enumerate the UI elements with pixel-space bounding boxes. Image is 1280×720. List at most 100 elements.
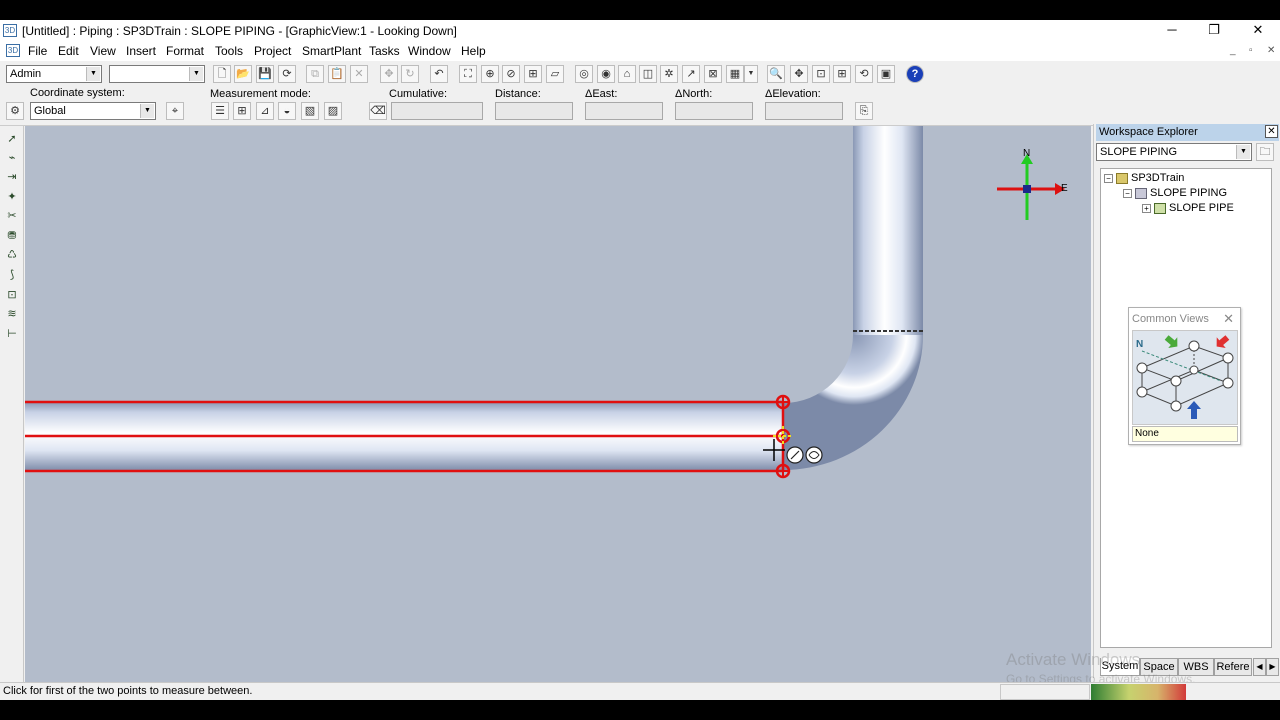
eraser-icon[interactable]: ⌫ [369, 102, 387, 120]
end-point-marker-bottom[interactable] [775, 463, 791, 479]
close-icon[interactable]: ✕ [1223, 311, 1234, 327]
folder-lock-icon[interactable]: 🗀 [1256, 143, 1274, 161]
mdi-close-button[interactable]: ✕ [1267, 45, 1275, 56]
move-icon[interactable]: ✥ [380, 65, 398, 83]
collapse-icon[interactable]: − [1104, 173, 1113, 183]
insert-feature-icon[interactable]: ✦ [3, 188, 21, 206]
dimension-icon[interactable]: ⊢ [3, 325, 21, 343]
view-1-icon[interactable]: ◎ [575, 65, 593, 83]
paste-icon[interactable]: 📋 [328, 65, 346, 83]
open-icon[interactable]: 📂 [234, 65, 252, 83]
new-icon[interactable]: 🗋 [213, 65, 231, 83]
mode-minimum-icon[interactable]: ⊞ [233, 102, 251, 120]
view-8-icon[interactable]: ▦ [726, 65, 744, 83]
graphic-view[interactable]: N E [25, 126, 1091, 682]
close-icon[interactable]: ✕ [1265, 125, 1278, 138]
insert-split-icon[interactable]: ✂ [3, 207, 21, 225]
menu-insert[interactable]: Insert [126, 44, 156, 58]
end-point-marker-top[interactable] [775, 394, 791, 410]
vertical-pipe[interactable] [853, 126, 923, 335]
view-4-icon[interactable]: ◫ [639, 65, 657, 83]
zoom-area-icon[interactable]: ⊡ [812, 65, 830, 83]
cumulative-label: Cumulative: [389, 88, 448, 100]
undo-icon[interactable]: ↶ [430, 65, 448, 83]
tab-scroll-right-icon[interactable]: ▶ [1266, 658, 1279, 676]
tool-5-icon[interactable]: ▱ [546, 65, 564, 83]
select-arrow-icon[interactable]: ➚ [3, 130, 21, 148]
fit-icon[interactable]: ⊞ [833, 65, 851, 83]
coordinate-system-label: Coordinate system: [30, 87, 125, 99]
rotate-view-icon[interactable]: ⟲ [855, 65, 873, 83]
view-3-icon[interactable]: ⌂ [618, 65, 636, 83]
tool-2-icon[interactable]: ⊕ [481, 65, 499, 83]
minimize-button[interactable]: ─ [1150, 20, 1194, 42]
spec-break-icon[interactable]: ⊡ [3, 286, 21, 304]
menu-tools[interactable]: Tools [215, 44, 243, 58]
workspace-explorer-title: Workspace Explorer [1096, 124, 1279, 141]
help-icon[interactable]: ? [906, 65, 924, 83]
tool-3-icon[interactable]: ⊘ [502, 65, 520, 83]
menu-tasks[interactable]: Tasks [369, 44, 400, 58]
connect-icon[interactable]: ⟆ [3, 266, 21, 284]
coordinate-system-select[interactable]: Global ▼ [30, 102, 156, 120]
permission-group-select[interactable]: Admin ▼ [6, 65, 102, 83]
common-views-cube[interactable]: N [1132, 330, 1238, 425]
clipping-icon[interactable]: ▣ [877, 65, 895, 83]
pan-icon[interactable]: ✥ [790, 65, 808, 83]
copy-measurement-icon[interactable]: ⎘ [855, 102, 873, 120]
tab-reference[interactable]: Refere [1214, 658, 1252, 676]
properties-icon[interactable]: ⚙ [6, 102, 24, 120]
menu-format[interactable]: Format [166, 44, 204, 58]
view-6-icon[interactable]: ↗ [682, 65, 700, 83]
menu-smartplant[interactable]: SmartPlant [302, 44, 361, 58]
menu-edit[interactable]: Edit [58, 44, 79, 58]
workspace-filter-select[interactable]: SLOPE PIPING ▼ [1096, 143, 1252, 161]
sequence-icon[interactable]: ≋ [3, 305, 21, 323]
menu-project[interactable]: Project [254, 44, 291, 58]
status-segment [1000, 684, 1090, 700]
elbow-fitting[interactable] [783, 335, 923, 470]
model-canvas[interactable]: N E [25, 126, 1091, 682]
menu-window[interactable]: Window [408, 44, 451, 58]
route-pipe-icon[interactable]: ⌁ [3, 149, 21, 167]
collapse-icon[interactable]: − [1123, 188, 1132, 198]
restore-button[interactable]: ❐ [1192, 20, 1236, 42]
north-axis-label: N [1136, 339, 1143, 350]
save-icon[interactable]: 💾 [256, 65, 274, 83]
delete-icon[interactable]: ✕ [350, 65, 368, 83]
insert-tap-icon[interactable]: ⛃ [3, 227, 21, 245]
tree-node-slope-pipe[interactable]: + SLOPE PIPE [1142, 202, 1234, 214]
mdi-restore-button[interactable]: ▫ [1249, 45, 1253, 56]
view-7-icon[interactable]: ⊠ [704, 65, 722, 83]
view-2-icon[interactable]: ◉ [597, 65, 615, 83]
tab-scroll-left-icon[interactable]: ◀ [1253, 658, 1266, 676]
mode-angle-icon[interactable]: ⊿ [256, 102, 274, 120]
tree-node-slope-piping[interactable]: − SLOPE PIPING [1123, 187, 1227, 199]
refresh-icon[interactable]: ⟳ [278, 65, 296, 83]
tool-4-icon[interactable]: ⊞ [524, 65, 542, 83]
menu-help[interactable]: Help [461, 44, 486, 58]
view-5-icon[interactable]: ✲ [660, 65, 678, 83]
window-title: [Untitled] : Piping : SP3DTrain : SLOPE … [22, 24, 457, 38]
coordinate-picker-icon[interactable]: ⌖ [166, 102, 184, 120]
delta-east-field [585, 102, 663, 120]
menu-view[interactable]: View [90, 44, 116, 58]
menu-file[interactable]: File [28, 44, 47, 58]
insert-support-icon[interactable]: ♺ [3, 246, 21, 264]
expand-icon[interactable]: + [1142, 203, 1151, 213]
zoom-icon[interactable]: 🔍 [767, 65, 785, 83]
mode-radius-icon[interactable]: ◒ [278, 102, 296, 120]
mdi-minimize-button[interactable]: _ [1230, 45, 1236, 56]
insert-component-icon[interactable]: ⇥ [3, 168, 21, 186]
rotate-icon[interactable]: ↻ [401, 65, 419, 83]
mode-clearance-icon[interactable]: ▧ [301, 102, 319, 120]
close-button[interactable]: ✕ [1236, 20, 1280, 42]
filter-select[interactable]: ▼ [109, 65, 205, 83]
coordinate-system-value: Global [34, 105, 66, 117]
copy-icon[interactable]: ⧉ [306, 65, 324, 83]
view-dropdown-icon[interactable]: ▼ [744, 65, 758, 83]
mode-volume-icon[interactable]: ▨ [324, 102, 342, 120]
tree-node-sp3dtrain[interactable]: − SP3DTrain [1104, 172, 1184, 184]
mode-distance-icon[interactable]: ☰ [211, 102, 229, 120]
select-filter-icon[interactable]: ⛶ [459, 65, 477, 83]
